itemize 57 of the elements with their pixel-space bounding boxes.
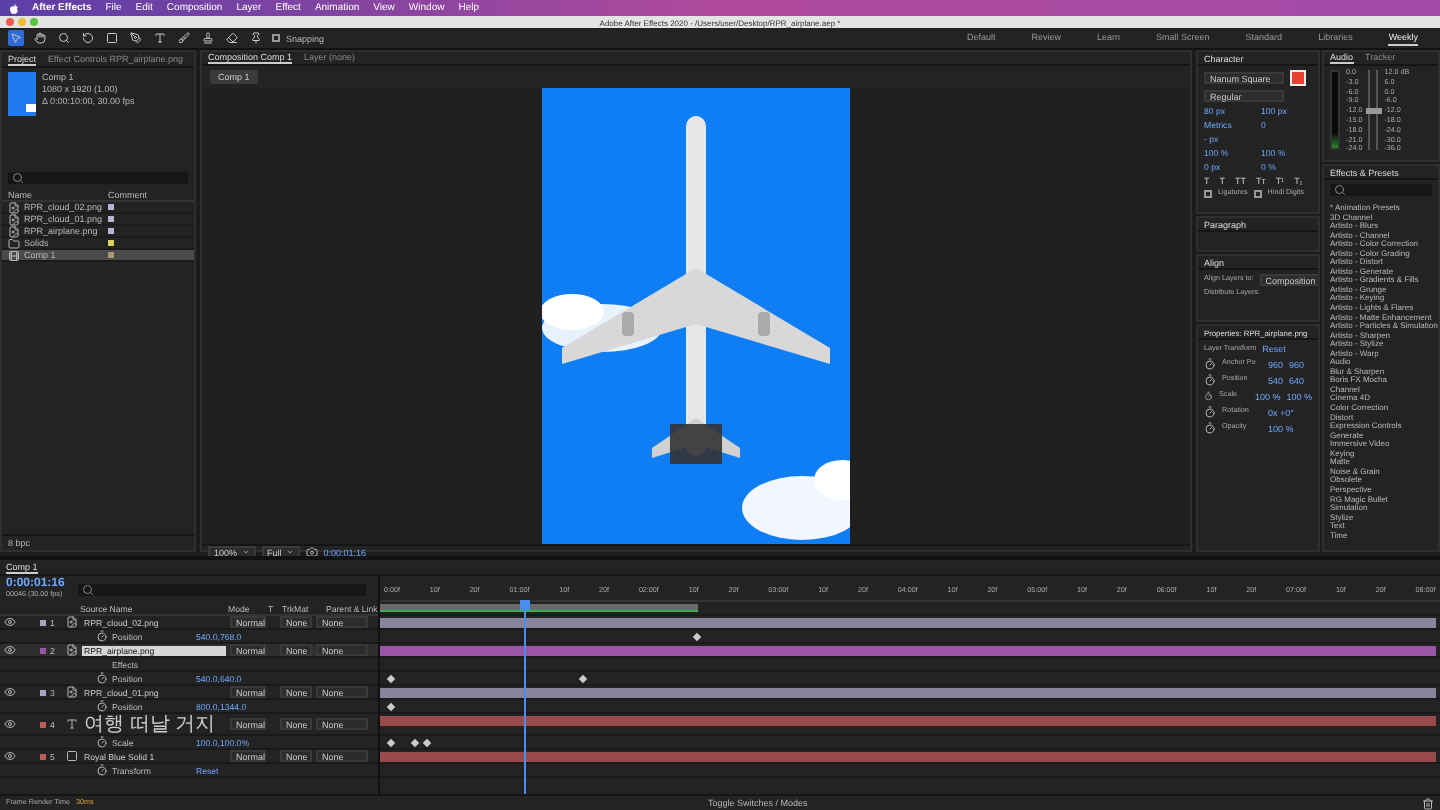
- hand-tool-button[interactable]: [32, 30, 48, 46]
- keyframe[interactable]: [387, 673, 396, 683]
- snapping-checkbox[interactable]: [272, 34, 280, 42]
- stopwatch-icon: [96, 630, 108, 642]
- type-tool-button[interactable]: [152, 30, 168, 46]
- slider-thumb[interactable]: [1365, 107, 1374, 113]
- pin-tool-button[interactable]: [248, 30, 264, 46]
- camera-icon: [305, 546, 318, 558]
- eye-icon: [4, 616, 16, 628]
- zoom-tool-button[interactable]: [56, 30, 72, 46]
- pen-tool-button[interactable]: [128, 30, 144, 46]
- stopwatch-icon: [1204, 374, 1216, 386]
- keyframe[interactable]: [693, 631, 703, 641]
- image-layer-icon: [66, 644, 78, 656]
- stopwatch-icon: [96, 736, 108, 748]
- stopwatch-icon: [1204, 390, 1213, 402]
- eraser-tool-button[interactable]: [224, 30, 240, 46]
- image-layer-icon: [66, 616, 78, 628]
- stamp-tool-button[interactable]: [200, 30, 216, 46]
- image-layer-icon: [66, 686, 78, 698]
- eye-icon: [4, 686, 16, 698]
- rectangle-tool-button[interactable]: [104, 30, 120, 46]
- brush-tool-button[interactable]: [176, 30, 192, 46]
- trash-icon: [1422, 797, 1435, 809]
- stopwatch-icon: [96, 672, 108, 684]
- search-field[interactable]: [78, 583, 366, 595]
- close-button[interactable]: [6, 18, 14, 26]
- solid-layer-icon: [66, 750, 78, 762]
- keyframe[interactable]: [578, 673, 587, 683]
- slider-thumb[interactable]: [1373, 107, 1382, 113]
- eye-icon: [4, 718, 16, 730]
- stopwatch-icon: [1204, 358, 1216, 370]
- search-icon: [82, 583, 95, 595]
- fill-color-swatch[interactable]: [1290, 70, 1306, 86]
- rotate-tool-button[interactable]: [80, 30, 96, 46]
- text-layer-icon: [66, 718, 78, 730]
- stopwatch-icon: [1204, 406, 1216, 418]
- eye-icon: [4, 750, 16, 762]
- stopwatch-icon: [96, 764, 108, 776]
- search-icon: [1334, 184, 1346, 196]
- stopwatch-icon: [1204, 422, 1216, 434]
- option-checkbox[interactable]: [1204, 190, 1212, 198]
- apple-icon[interactable]: [10, 3, 18, 13]
- stopwatch-icon: [96, 700, 108, 712]
- search-field[interactable]: [1330, 184, 1432, 196]
- eye-icon: [4, 644, 16, 656]
- option-checkbox[interactable]: [1253, 190, 1262, 198]
- folder-icon: [8, 237, 20, 249]
- audio-meter: [1330, 70, 1340, 150]
- search-icon: [12, 172, 24, 184]
- keyframe[interactable]: [387, 737, 396, 747]
- film-icon: [8, 249, 20, 261]
- pointer-tool-button[interactable]: [8, 30, 24, 46]
- layer-name[interactable]: 여행 떠날 거지: [82, 710, 226, 738]
- comp-thumbnail: [8, 72, 36, 116]
- keyframe[interactable]: [387, 701, 396, 711]
- search-field[interactable]: [8, 172, 188, 184]
